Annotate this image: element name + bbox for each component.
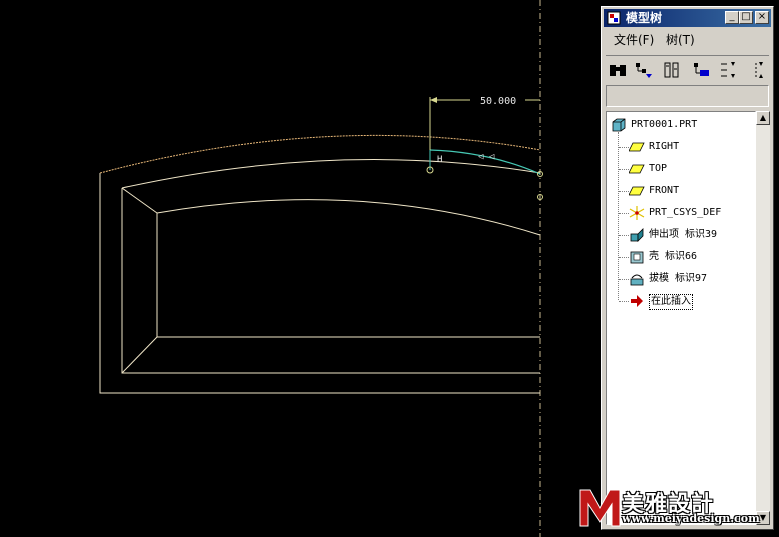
dimension-value: 50.000 [480,96,516,107]
scroll-up-button[interactable]: ▲ [756,111,770,125]
menu-tree[interactable]: 树(T) [666,33,695,47]
tree-connector [619,213,629,214]
model-tree-app-icon [607,11,621,25]
tree-connector [619,257,629,258]
tree-item-label: 壳 标识66 [649,251,698,262]
middle-arc [121,159,541,189]
close-button[interactable]: × [755,11,769,24]
model-tree-panel[interactable]: PRT0001.PRT RIGHT TOP FRONT PRT_CSYS_DEF… [606,111,756,525]
draft-icon [630,274,644,286]
expand-all-icon[interactable] [718,60,738,80]
tree-connector [619,169,629,170]
outer-profile [99,173,540,394]
tree-item-label: TOP [649,163,668,174]
protrusion-icon [630,228,644,242]
corner-diagonal-bottom [121,336,158,374]
collapse-all-icon[interactable] [746,60,766,80]
tree-connector [619,147,629,148]
tree-item[interactable]: FRONT [607,181,755,201]
menu-bar: 文件(F) 树(T) [604,29,771,51]
datum-plane-icon [629,164,645,174]
watermark-logo: 美雅設計 www.meiyadesign.com [578,484,774,530]
toolbar [606,55,769,82]
tree-item[interactable]: TOP [607,159,755,179]
tree-item-insert-here[interactable]: 在此插入 [607,291,755,311]
tree-item[interactable]: 壳 标识66 [607,247,755,267]
tree-connector [619,279,629,280]
shell-icon [630,251,644,264]
window-title: 模型树 [626,11,663,25]
horizontal-constraint-label: H [437,155,442,165]
datum-plane-icon [629,142,645,152]
status-strip [606,85,769,107]
coordinate-system-icon [629,206,645,220]
tree-item-label: 伸出项 标识39 [649,229,718,240]
tree-root-label: PRT0001.PRT [631,119,698,130]
tree-item-label: 拔模 标识97 [649,273,708,284]
model-tree-window[interactable]: 模型树 _ □ × 文件(F) 树(T) PRT0001.PRT RIGHT T… [601,6,774,530]
vertical-scrollbar[interactable]: ▲ ▼ [756,111,770,525]
tree-root[interactable]: PRT0001.PRT [607,115,755,135]
tree-item-label: 在此插入 [649,294,693,310]
menu-file[interactable]: 文件(F) [614,33,654,47]
pocket-arc [156,199,541,236]
tree-item[interactable]: RIGHT [607,137,755,157]
tangent-marker: ◁ ◁ [478,152,495,162]
tree-connector [619,191,629,192]
tree-columns-icon[interactable] [662,60,682,80]
part-icon [612,118,626,132]
tree-item-label: RIGHT [649,141,680,152]
tree-item[interactable]: PRT_CSYS_DEF [607,203,755,223]
watermark-m-logo-icon [579,489,621,527]
minimize-button[interactable]: _ [725,11,739,24]
inner-frame [121,188,540,374]
corner-diagonal-top [121,187,158,214]
maximize-button[interactable]: □ [739,11,753,24]
insert-here-arrow-icon [631,295,643,307]
watermark-url: www.meiyadesign.com [622,512,760,525]
dimension-arrow [430,97,437,103]
find-binoculars-icon[interactable] [608,60,628,80]
tree-settings-icon[interactable] [692,60,712,80]
tree-connector [619,235,629,236]
tree-connector [619,301,629,302]
title-bar[interactable]: 模型树 _ □ × [604,9,771,27]
tree-item-label: FRONT [649,185,680,196]
tree-filter-icon[interactable] [634,60,654,80]
pocket-frame [156,213,540,338]
datum-plane-icon [629,186,645,196]
tree-item[interactable]: 伸出项 标识39 [607,225,755,245]
tree-item-label: PRT_CSYS_DEF [649,207,722,218]
tree-item[interactable]: 拔模 标识97 [607,269,755,289]
